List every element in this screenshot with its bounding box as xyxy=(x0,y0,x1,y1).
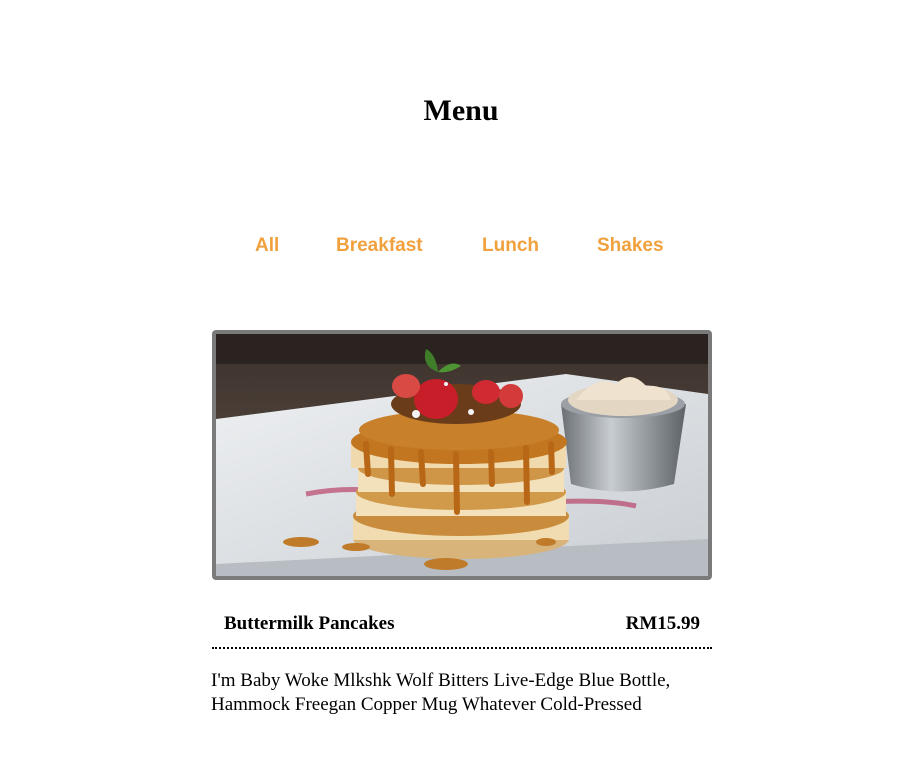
menu-item-header: Buttermilk Pancakes RM15.99 xyxy=(212,611,712,649)
menu-item-price: RM15.99 xyxy=(625,613,700,634)
filter-lunch-button[interactable]: Lunch xyxy=(482,232,539,260)
pancakes-photo xyxy=(216,334,708,576)
menu-item-name: Buttermilk Pancakes xyxy=(224,613,395,634)
page-title: Menu xyxy=(423,94,499,127)
filter-all-button[interactable]: All xyxy=(255,232,279,260)
menu-item-description: I'm Baby Woke Mlkshk Wolf Bitters Live-E… xyxy=(211,670,671,715)
filter-shakes-button[interactable]: Shakes xyxy=(597,232,664,260)
menu-page: Menu All Breakfast Lunch Shakes Buttermi… xyxy=(0,0,898,765)
menu-item-image xyxy=(212,330,712,580)
category-filters: All Breakfast Lunch Shakes xyxy=(0,232,898,260)
filter-breakfast-button[interactable]: Breakfast xyxy=(336,232,423,260)
